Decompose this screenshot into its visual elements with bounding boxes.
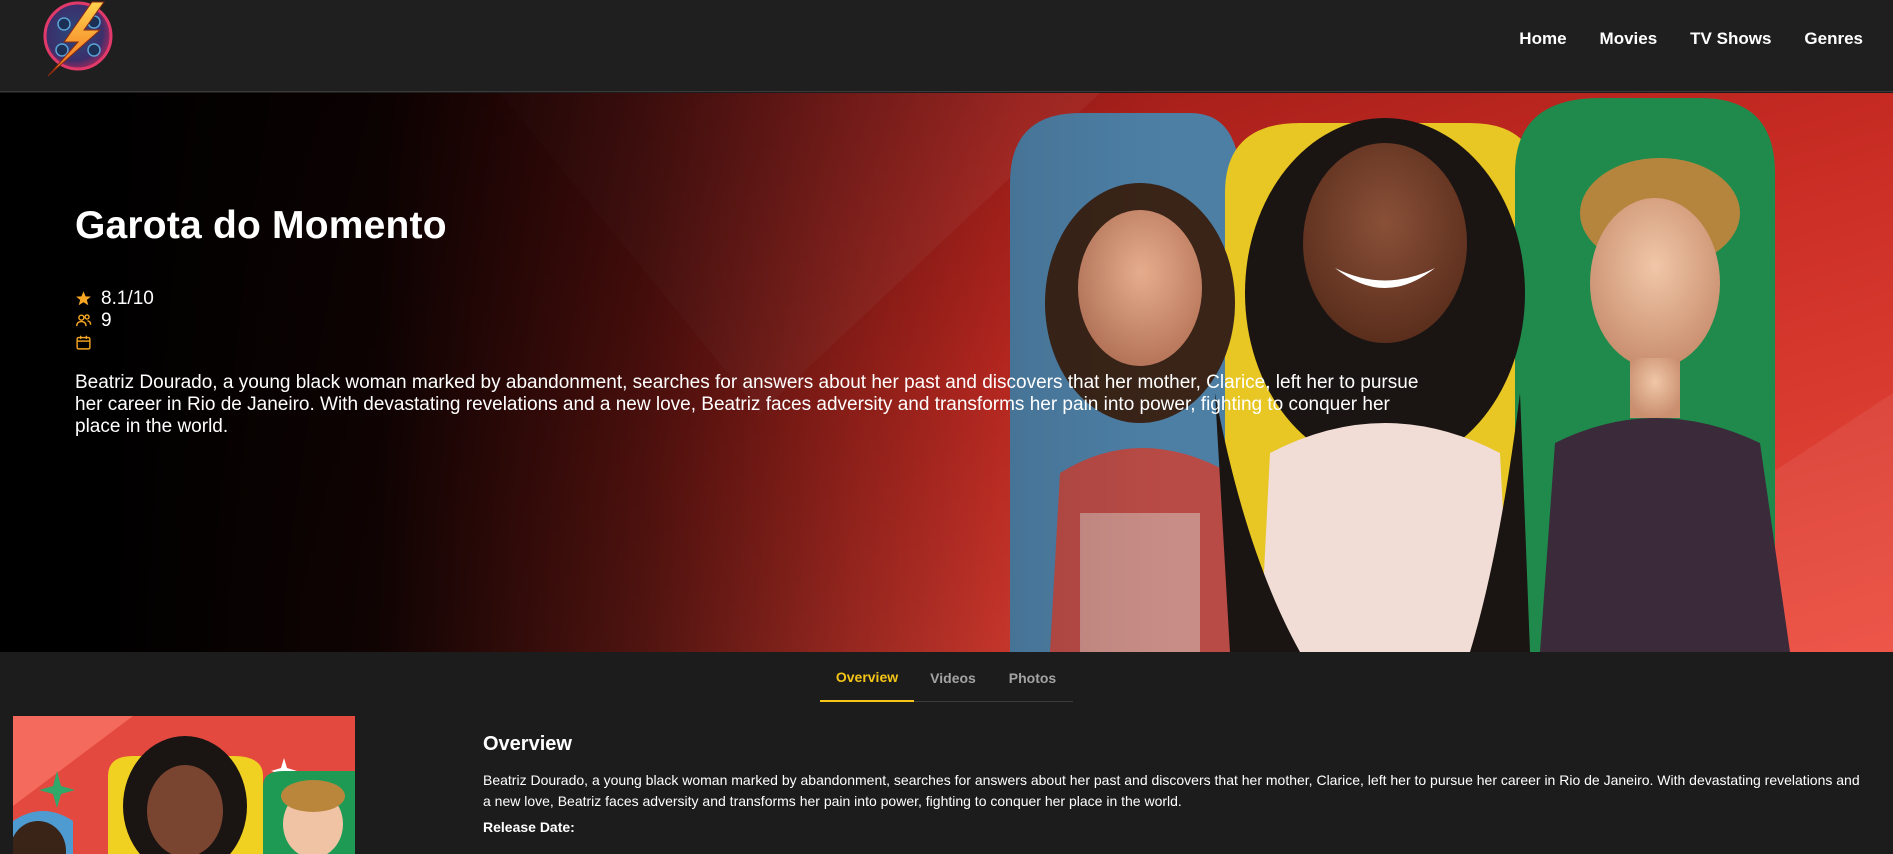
detail-tabs: Overview Videos Photos [820,654,1073,702]
nav-home[interactable]: Home [1519,29,1566,49]
hero-overview: Beatriz Dourado, a young black woman mar… [75,371,1419,437]
nav-tv-shows[interactable]: TV Shows [1690,29,1771,49]
movie-stats: 8.1/10 9 [75,288,1435,354]
rating-value: 8.1/10 [101,287,154,309]
rating-row: 8.1/10 [75,288,1435,310]
release-date-label: Release Date: [483,819,575,835]
overview-section: Overview Beatriz Dourado, a young black … [483,733,1863,835]
tab-videos[interactable]: Videos [914,654,992,702]
site-header: Home Movies TV Shows Genres [0,0,1893,92]
vote-count: 9 [101,309,112,331]
star-icon [75,290,92,307]
main-nav: Home Movies TV Shows Genres [1519,0,1863,78]
nav-genres[interactable]: Genres [1804,29,1863,49]
hero-content: Garota do Momento 8.1/10 9 Beatriz Doura… [75,204,1435,438]
tab-photos[interactable]: Photos [992,654,1073,702]
logo-icon[interactable] [34,0,120,78]
votes-row: 9 [75,310,1435,332]
nav-movies[interactable]: Movies [1600,29,1658,49]
users-icon [75,312,92,329]
hero-banner: Garota do Momento 8.1/10 9 Beatriz Doura… [0,93,1893,652]
overview-text: Beatriz Dourado, a young black woman mar… [483,772,1860,809]
movie-poster [13,716,355,854]
overview-heading: Overview [483,733,572,755]
tab-overview[interactable]: Overview [820,654,914,702]
calendar-icon [75,334,92,351]
movie-title: Garota do Momento [75,204,447,247]
release-row [75,332,1435,354]
